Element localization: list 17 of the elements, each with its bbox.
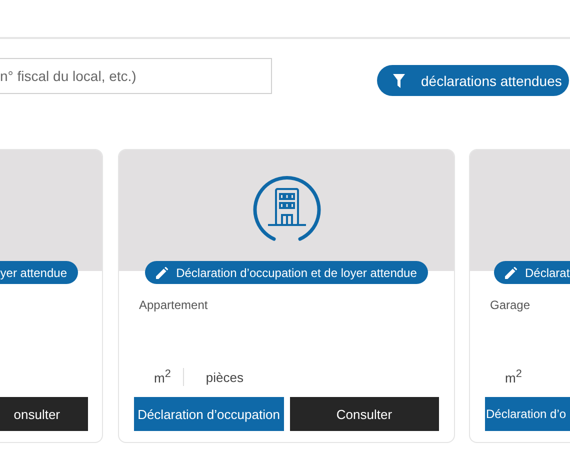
status-badge[interactable]: Déclarat: [494, 261, 570, 284]
property-type: Garage: [489, 298, 532, 312]
area-unit: m$^{2}$: [154, 368, 171, 386]
filter-icon: [393, 74, 405, 88]
status-badge[interactable]: yer attendue: [0, 261, 78, 284]
consult-button[interactable]: Consulter: [290, 397, 439, 431]
search-field[interactable]: n° fiscal du local, etc.): [0, 58, 272, 94]
consult-button[interactable]: onsulter: [0, 397, 88, 431]
status-badge[interactable]: Déclaration d’occupation et de loyer attendue: [145, 261, 428, 284]
pencil-icon: [505, 266, 517, 278]
declaration-button[interactable]: Déclaration d’occupation: [134, 397, 284, 431]
area-unit: m$^{2}$: [505, 368, 522, 386]
pencil-icon: [156, 266, 168, 278]
filter-button[interactable]: déclarations attendues: [377, 65, 569, 96]
declaration-button[interactable]: Déclaration d’o: [485, 397, 570, 431]
property-type: Appartement: [138, 298, 209, 312]
rooms-unit: pièces: [206, 370, 244, 384]
